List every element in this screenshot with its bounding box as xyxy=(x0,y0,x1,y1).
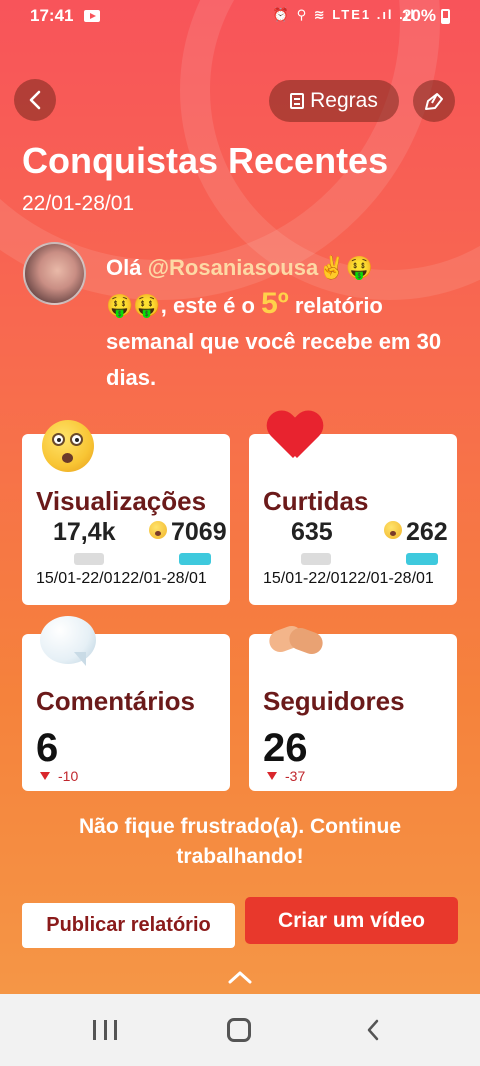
down-arrow-icon xyxy=(40,772,50,780)
home-icon[interactable] xyxy=(227,1018,251,1042)
greeting-emojis: ✌️🤑 xyxy=(318,255,373,280)
handshake-icon xyxy=(266,618,326,662)
chevron-left-icon xyxy=(29,90,41,110)
chevron-up-icon[interactable] xyxy=(227,968,253,986)
page-title: Conquistas Recentes xyxy=(22,140,389,181)
media-icon xyxy=(84,10,100,22)
back-button[interactable] xyxy=(14,79,56,121)
rules-button[interactable]: Regras xyxy=(269,80,399,122)
views-card[interactable]: Visualizações 17,4k 7069 15/01-22/0122/0… xyxy=(22,420,230,605)
likes-current-value: 262 xyxy=(384,518,448,547)
status-bar: 17:41 ⏰ ⚲ ≋ LTE1 .ıl .ıl 20% xyxy=(0,0,480,32)
rules-label: Regras xyxy=(310,89,378,112)
report-number: 5º xyxy=(261,287,289,320)
speech-bubble-icon xyxy=(40,616,96,666)
astonished-face-icon xyxy=(384,521,402,539)
views-previous-value: 17,4k xyxy=(53,518,116,546)
followers-change: -37 xyxy=(267,768,305,784)
recent-apps-icon[interactable] xyxy=(93,1020,117,1040)
views-current-bar xyxy=(179,553,211,565)
battery-icon xyxy=(441,9,450,24)
greeting-message: Olá @Rosaniasousa✌️🤑 🤑🤑, este é o 5º rel… xyxy=(106,255,442,390)
likes-current-bar xyxy=(406,553,438,565)
motivation-text: Não fique frustrado(a). Continue trabalh… xyxy=(79,815,401,868)
likes-periods: 15/01-22/0122/01-28/01 xyxy=(263,570,434,587)
greeting-emojis: 🤑🤑 xyxy=(106,293,161,318)
likes-previous-bar xyxy=(301,553,331,565)
views-current-value: 7069 xyxy=(149,518,227,547)
status-time: 17:41 xyxy=(30,6,74,25)
create-video-button[interactable]: Criar um vídeo xyxy=(245,897,458,944)
avatar[interactable] xyxy=(23,242,86,305)
share-button[interactable] xyxy=(413,80,455,122)
likes-card[interactable]: Curtidas 635 262 15/01-22/0122/01-28/01 xyxy=(249,434,457,605)
share-icon xyxy=(425,93,443,110)
down-arrow-icon xyxy=(267,772,277,780)
battery-level: 20% xyxy=(401,6,436,25)
followers-label: Seguidores xyxy=(263,686,405,716)
system-nav-bar xyxy=(0,994,480,1066)
date-range: 22/01-28/01 xyxy=(22,192,135,215)
comments-change: -10 xyxy=(40,768,78,784)
views-periods: 15/01-22/0122/01-28/01 xyxy=(36,570,207,587)
likes-previous-value: 635 xyxy=(291,518,333,546)
status-icons: ⏰ ⚲ ≋ LTE1 .ıl .ıl xyxy=(272,7,416,22)
comments-value: 6 xyxy=(36,726,59,770)
comments-card[interactable]: Comentários 6 -10 xyxy=(22,616,230,791)
astonished-face-icon xyxy=(42,420,94,472)
report-screen: 17:41 ⏰ ⚲ ≋ LTE1 .ıl .ıl 20% Regras Conq… xyxy=(0,0,480,994)
views-label: Visualizações xyxy=(36,486,207,516)
back-icon[interactable] xyxy=(362,1018,386,1042)
likes-label: Curtidas xyxy=(263,486,369,516)
followers-card[interactable]: Seguidores 26 -37 xyxy=(249,622,457,791)
publish-report-button[interactable]: Publicar relatório xyxy=(22,903,235,948)
document-icon xyxy=(290,93,305,109)
followers-value: 26 xyxy=(263,726,308,770)
comments-label: Comentários xyxy=(36,686,195,716)
views-previous-bar xyxy=(74,553,104,565)
username[interactable]: @Rosaniasousa xyxy=(148,255,319,280)
heart-icon xyxy=(267,412,323,468)
astonished-face-icon xyxy=(149,521,167,539)
